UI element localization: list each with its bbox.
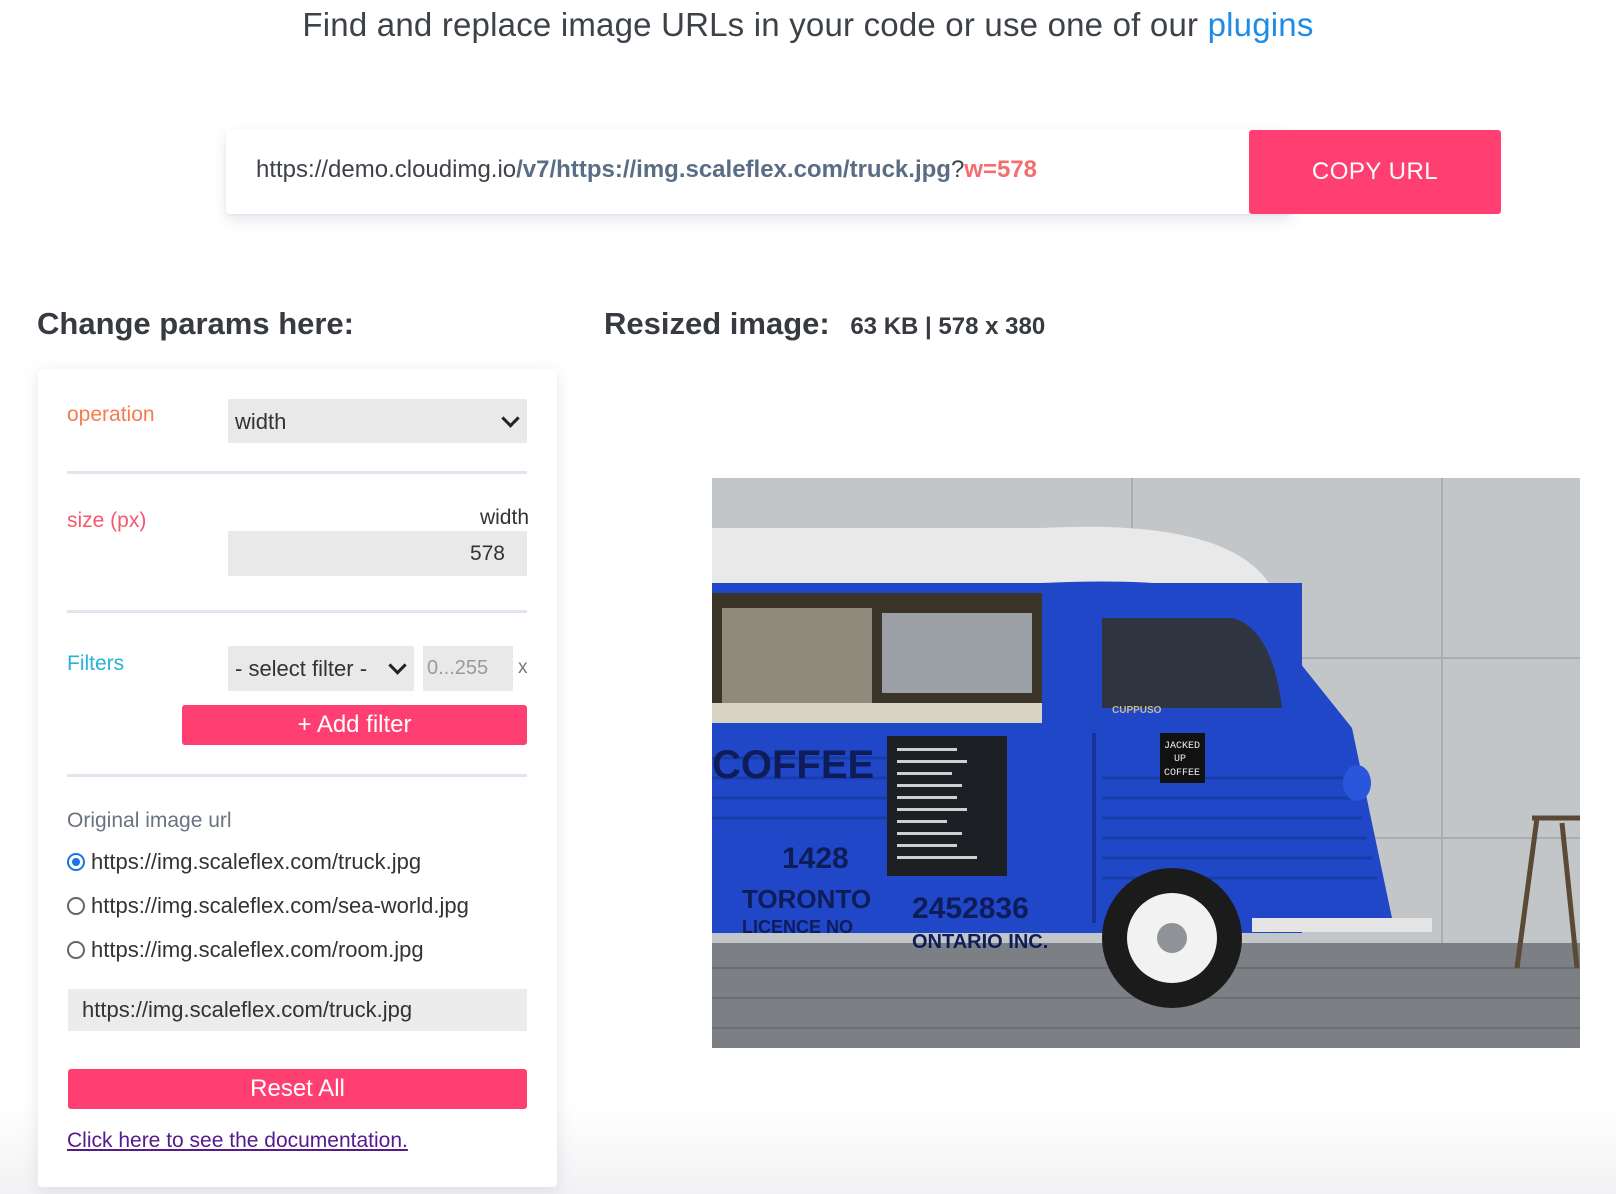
copy-url-button[interactable]: COPY URL xyxy=(1249,130,1501,214)
truck-company-text: ONTARIO INC. xyxy=(912,931,1048,953)
filters-label: Filters xyxy=(67,652,125,675)
url-option-label: https://img.scaleflex.com/sea-world.jpg xyxy=(91,893,469,918)
truck-sign-line-3: COFFEE xyxy=(1164,768,1200,779)
url-display[interactable]: https://demo.cloudimg.io/v7/https://img.… xyxy=(226,130,1291,214)
radio-icon[interactable] xyxy=(67,941,85,959)
resized-image-label: Resized image: xyxy=(604,306,830,341)
truck-plate-number: 1428 xyxy=(782,842,849,875)
operation-label: operation xyxy=(67,403,155,426)
chevron-down-icon xyxy=(388,656,407,675)
truck-sign-line-2: UP xyxy=(1174,754,1186,765)
url-option-sea-world[interactable]: https://img.scaleflex.com/sea-world.jpg xyxy=(67,893,469,919)
url-option-truck[interactable]: https://img.scaleflex.com/truck.jpg xyxy=(67,849,421,875)
params-panel: operation width size (px) width 578 Filt… xyxy=(38,369,557,1187)
size-label: size (px) xyxy=(67,509,147,532)
reset-all-button[interactable]: Reset All xyxy=(68,1069,527,1109)
url-path: /v7/https://img.scaleflex.com/truck.jpg xyxy=(516,156,951,183)
operation-select[interactable]: width xyxy=(228,399,527,443)
divider xyxy=(67,610,527,613)
radio-selected-icon[interactable] xyxy=(67,853,85,871)
original-url-input[interactable]: https://img.scaleflex.com/truck.jpg xyxy=(68,989,527,1031)
image-meta: 63 KB | 578 x 380 xyxy=(850,313,1046,340)
remove-filter-icon[interactable]: x xyxy=(518,657,528,679)
chevron-down-icon xyxy=(501,409,520,428)
truck-sign-line-1: JACKED xyxy=(1164,741,1200,752)
truck-brand-text: CUPPUSO xyxy=(1112,705,1162,716)
resized-image: COFFEE 2452836 ONTARIO INC. 1428 TORONTO… xyxy=(712,478,1580,1048)
filter-select[interactable]: - select filter - xyxy=(228,646,414,691)
page-headline: Find and replace image URLs in your code… xyxy=(0,6,1616,44)
filter-select-value: - select filter - xyxy=(235,656,368,681)
url-base: https://demo.cloudimg.io xyxy=(256,156,517,183)
url-query-sep: ? xyxy=(950,156,965,183)
filter-value-input[interactable]: 0...255 xyxy=(423,646,513,691)
size-sublabel: width xyxy=(479,506,529,529)
operation-value: width xyxy=(235,409,287,434)
generated-url: https://demo.cloudimg.io/v7/https://img.… xyxy=(256,156,1037,184)
divider xyxy=(67,774,527,777)
url-option-label: https://img.scaleflex.com/room.jpg xyxy=(91,937,424,962)
result-title: Resized image: 63 KB | 578 x 380 xyxy=(604,306,1045,342)
add-filter-button[interactable]: + Add filter xyxy=(182,705,527,745)
plugins-link[interactable]: plugins xyxy=(1208,6,1314,43)
size-input[interactable]: 578 xyxy=(228,531,527,576)
url-query: w=578 xyxy=(964,156,1038,183)
original-url-label: Original image url xyxy=(67,809,232,832)
params-title: Change params here: xyxy=(37,306,354,341)
divider xyxy=(67,471,527,474)
truck-licence-text: LICENCE NO xyxy=(742,917,853,937)
url-option-room[interactable]: https://img.scaleflex.com/room.jpg xyxy=(67,937,424,963)
truck-city-text: TORONTO xyxy=(742,884,871,914)
url-option-label: https://img.scaleflex.com/truck.jpg xyxy=(91,849,422,874)
truck-photo: COFFEE 2452836 ONTARIO INC. 1428 TORONTO… xyxy=(712,478,1580,1048)
documentation-link[interactable]: Click here to see the documentation. xyxy=(67,1129,408,1153)
truck-coffee-text: COFFEE xyxy=(712,743,874,787)
radio-icon[interactable] xyxy=(67,897,85,915)
truck-phone-text: 2452836 xyxy=(912,892,1029,925)
headline-text: Find and replace image URLs in your code… xyxy=(302,6,1199,43)
